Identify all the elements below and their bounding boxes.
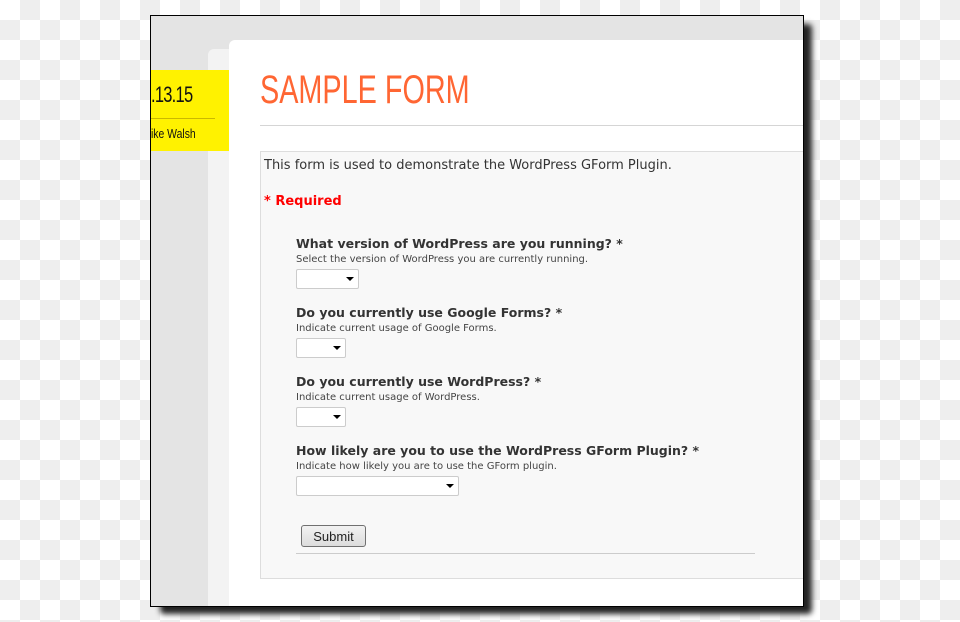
torn-paper-screenshot: .13.15 ike Walsh SAMPLE FORM This form i… [150, 15, 804, 607]
title-divider [260, 125, 803, 126]
question-label: Do you currently use WordPress? * [296, 374, 542, 389]
chevron-down-icon [446, 484, 454, 488]
wordpress-version-select[interactable] [296, 269, 359, 289]
use-wordpress-select[interactable] [296, 407, 346, 427]
question-google-forms: Do you currently use Google Forms? * Ind… [296, 305, 562, 358]
required-note: * Required [264, 194, 342, 209]
post-date: .13.15 [151, 82, 193, 107]
question-help: Indicate how likely you are to use the G… [296, 461, 557, 472]
google-forms-select[interactable] [296, 338, 346, 358]
gform-likelihood-select[interactable] [296, 476, 459, 496]
question-label: What version of WordPress are you runnin… [296, 236, 623, 251]
question-help: Select the version of WordPress you are … [296, 254, 589, 265]
date-divider [151, 118, 215, 119]
chevron-down-icon [333, 415, 341, 419]
question-label: How likely are you to use the WordPress … [296, 443, 700, 458]
question-use-wordpress: Do you currently use WordPress? * Indica… [296, 374, 541, 427]
submit-button[interactable]: Submit [301, 525, 366, 547]
form-description: This form is used to demonstrate the Wor… [264, 158, 672, 173]
question-gform-likelihood: How likely are you to use the WordPress … [296, 443, 699, 496]
sample-form: This form is used to demonstrate the Wor… [260, 151, 803, 579]
post-author: ike Walsh [151, 126, 196, 141]
question-wordpress-version: What version of WordPress are you runnin… [296, 236, 623, 289]
content-card: SAMPLE FORM This form is used to demonst… [229, 40, 803, 606]
question-help: Indicate current usage of Google Forms. [296, 323, 497, 334]
page-title: SAMPLE FORM [260, 68, 470, 112]
date-box: .13.15 ike Walsh [151, 70, 230, 151]
question-label: Do you currently use Google Forms? * [296, 305, 563, 320]
question-help: Indicate current usage of WordPress. [296, 392, 480, 403]
chevron-down-icon [346, 277, 354, 281]
chevron-down-icon [333, 346, 341, 350]
form-footer-divider [296, 553, 755, 554]
